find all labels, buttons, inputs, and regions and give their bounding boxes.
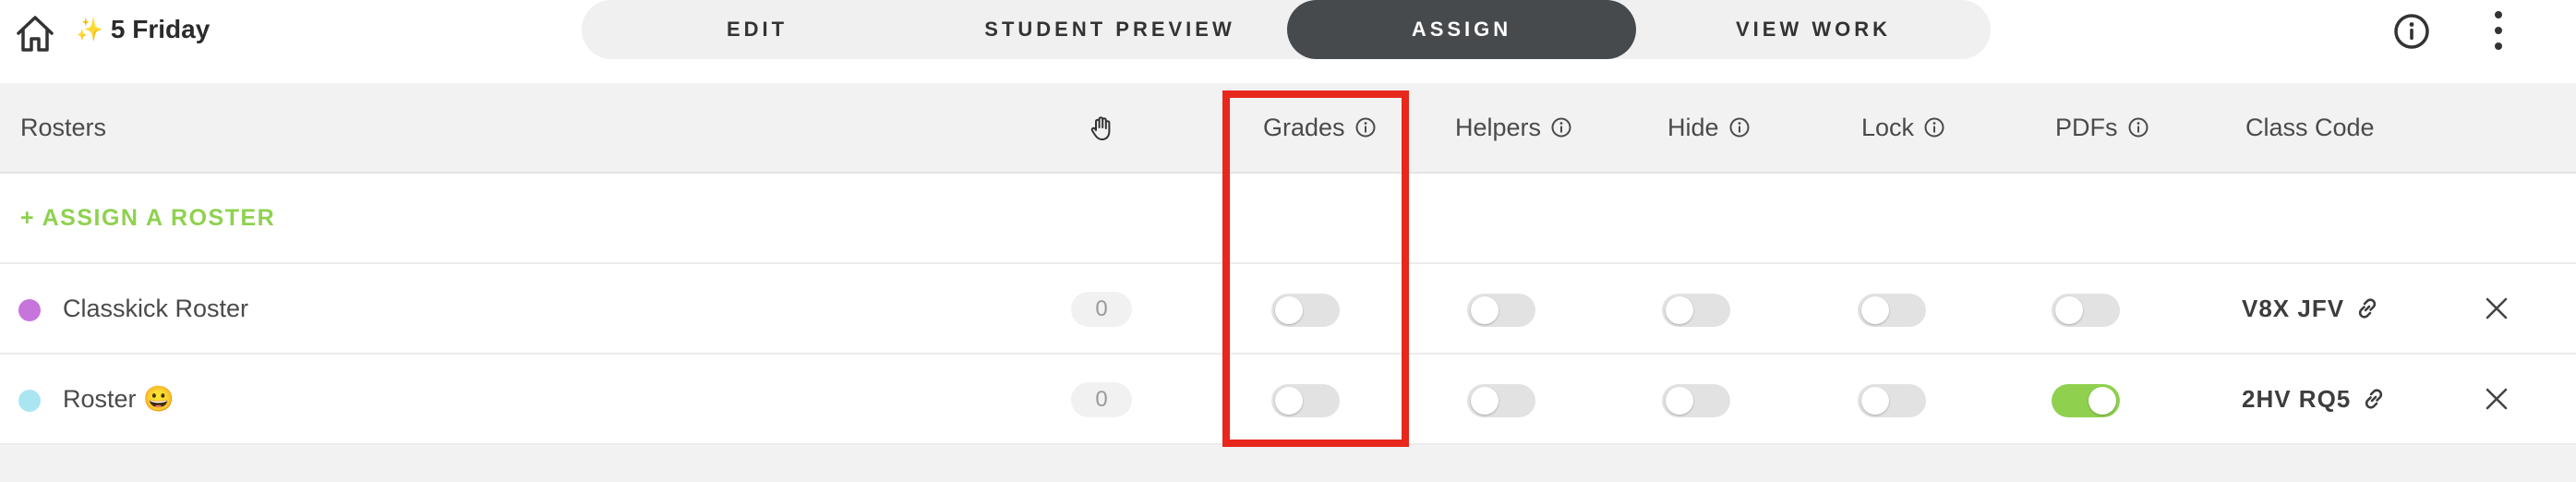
toggle-knob (1666, 387, 1693, 415)
hide-toggle[interactable] (1662, 384, 1730, 417)
lock-info-icon[interactable] (1923, 116, 1945, 139)
hide-info-icon[interactable] (1728, 116, 1751, 139)
grades-toggle[interactable] (1271, 294, 1340, 327)
header-helpers: Helpers (1455, 83, 1572, 172)
assignment-title-text: 5 Friday (110, 15, 211, 43)
header-grades-label: Grades (1263, 113, 1345, 141)
toggle-knob (1275, 387, 1303, 415)
home-icon[interactable] (13, 11, 57, 55)
mode-tabs: EDIT STUDENT PREVIEW ASSIGN VIEW WORK (582, 0, 1991, 59)
toggle-knob (1471, 387, 1499, 415)
raise-hand-icon (1090, 116, 1111, 140)
tab-edit[interactable]: EDIT (582, 0, 933, 59)
remove-roster-icon[interactable] (2484, 386, 2510, 412)
roster-color-dot (18, 390, 41, 412)
toggle-knob (1861, 296, 1889, 324)
table-header: Rosters Grades Helpers Hide Lock PDFs Cl… (0, 83, 2576, 174)
header-hide: Hide (1667, 83, 1751, 172)
pdfs-toggle[interactable] (2052, 384, 2120, 417)
header-lock-label: Lock (1861, 113, 1915, 141)
table-row: Classkick Roster 0 V8X JFV (0, 264, 2576, 355)
lock-toggle[interactable] (1858, 294, 1926, 327)
grades-info-icon[interactable] (1354, 116, 1377, 139)
toggle-knob (2088, 387, 2116, 415)
helpers-toggle[interactable] (1467, 384, 1535, 417)
copy-link-icon[interactable] (2360, 385, 2388, 413)
tab-student-preview[interactable]: STUDENT PREVIEW (933, 0, 1287, 59)
roster-table: Rosters Grades Helpers Hide Lock PDFs Cl… (0, 83, 2576, 482)
toggle-knob (1861, 387, 1889, 415)
header-hide-label: Hide (1667, 113, 1719, 141)
remove-roster-icon[interactable] (2484, 295, 2510, 321)
helpers-toggle[interactable] (1467, 294, 1535, 327)
toggle-knob (1471, 296, 1499, 324)
info-icon[interactable] (2393, 13, 2430, 50)
class-code: 2HV RQ5 (2242, 355, 2388, 443)
toggle-knob (2055, 296, 2083, 324)
hand-raise-count: 0 (1071, 382, 1132, 417)
header-class-code: Class Code (2245, 113, 2375, 141)
roster-name[interactable]: Roster 😀 (63, 355, 175, 443)
assign-roster-row: + ASSIGN A ROSTER (0, 174, 2576, 264)
hand-raise-count: 0 (1071, 292, 1132, 327)
lock-toggle[interactable] (1858, 384, 1926, 417)
grades-toggle[interactable] (1271, 384, 1340, 417)
header-rosters: Rosters (20, 113, 107, 141)
assign-roster-link[interactable]: + ASSIGN A ROSTER (20, 174, 275, 262)
class-code-text: V8X JFV (2242, 294, 2345, 322)
header-grades: Grades (1263, 83, 1377, 172)
pdfs-toggle[interactable] (2052, 294, 2120, 327)
table-footer (0, 445, 2576, 482)
top-bar: ✨ 5 Friday EDIT STUDENT PREVIEW ASSIGN V… (0, 0, 2576, 83)
roster-color-dot (18, 299, 41, 321)
class-code-text: 2HV RQ5 (2242, 384, 2352, 413)
roster-name[interactable]: Classkick Roster (63, 264, 248, 353)
tab-view-work[interactable]: VIEW WORK (1636, 0, 1991, 59)
toggle-knob (1666, 296, 1693, 324)
header-pdfs-label: PDFs (2055, 113, 2118, 141)
sparkle-icon: ✨ (76, 17, 103, 42)
assignment-title[interactable]: ✨ 5 Friday (76, 15, 210, 44)
header-pdfs: PDFs (2055, 83, 2149, 172)
table-row: Roster 😀 0 2HV RQ5 (0, 355, 2576, 445)
pdfs-info-icon[interactable] (2127, 116, 2149, 139)
header-lock: Lock (1861, 83, 1945, 172)
more-vertical-icon[interactable] (2486, 9, 2511, 52)
tab-assign[interactable]: ASSIGN (1287, 0, 1636, 59)
copy-link-icon[interactable] (2353, 295, 2381, 322)
header-helpers-label: Helpers (1455, 113, 1542, 141)
hide-toggle[interactable] (1662, 294, 1730, 327)
toggle-knob (1275, 296, 1303, 324)
helpers-info-icon[interactable] (1550, 116, 1572, 139)
class-code: V8X JFV (2242, 264, 2381, 353)
